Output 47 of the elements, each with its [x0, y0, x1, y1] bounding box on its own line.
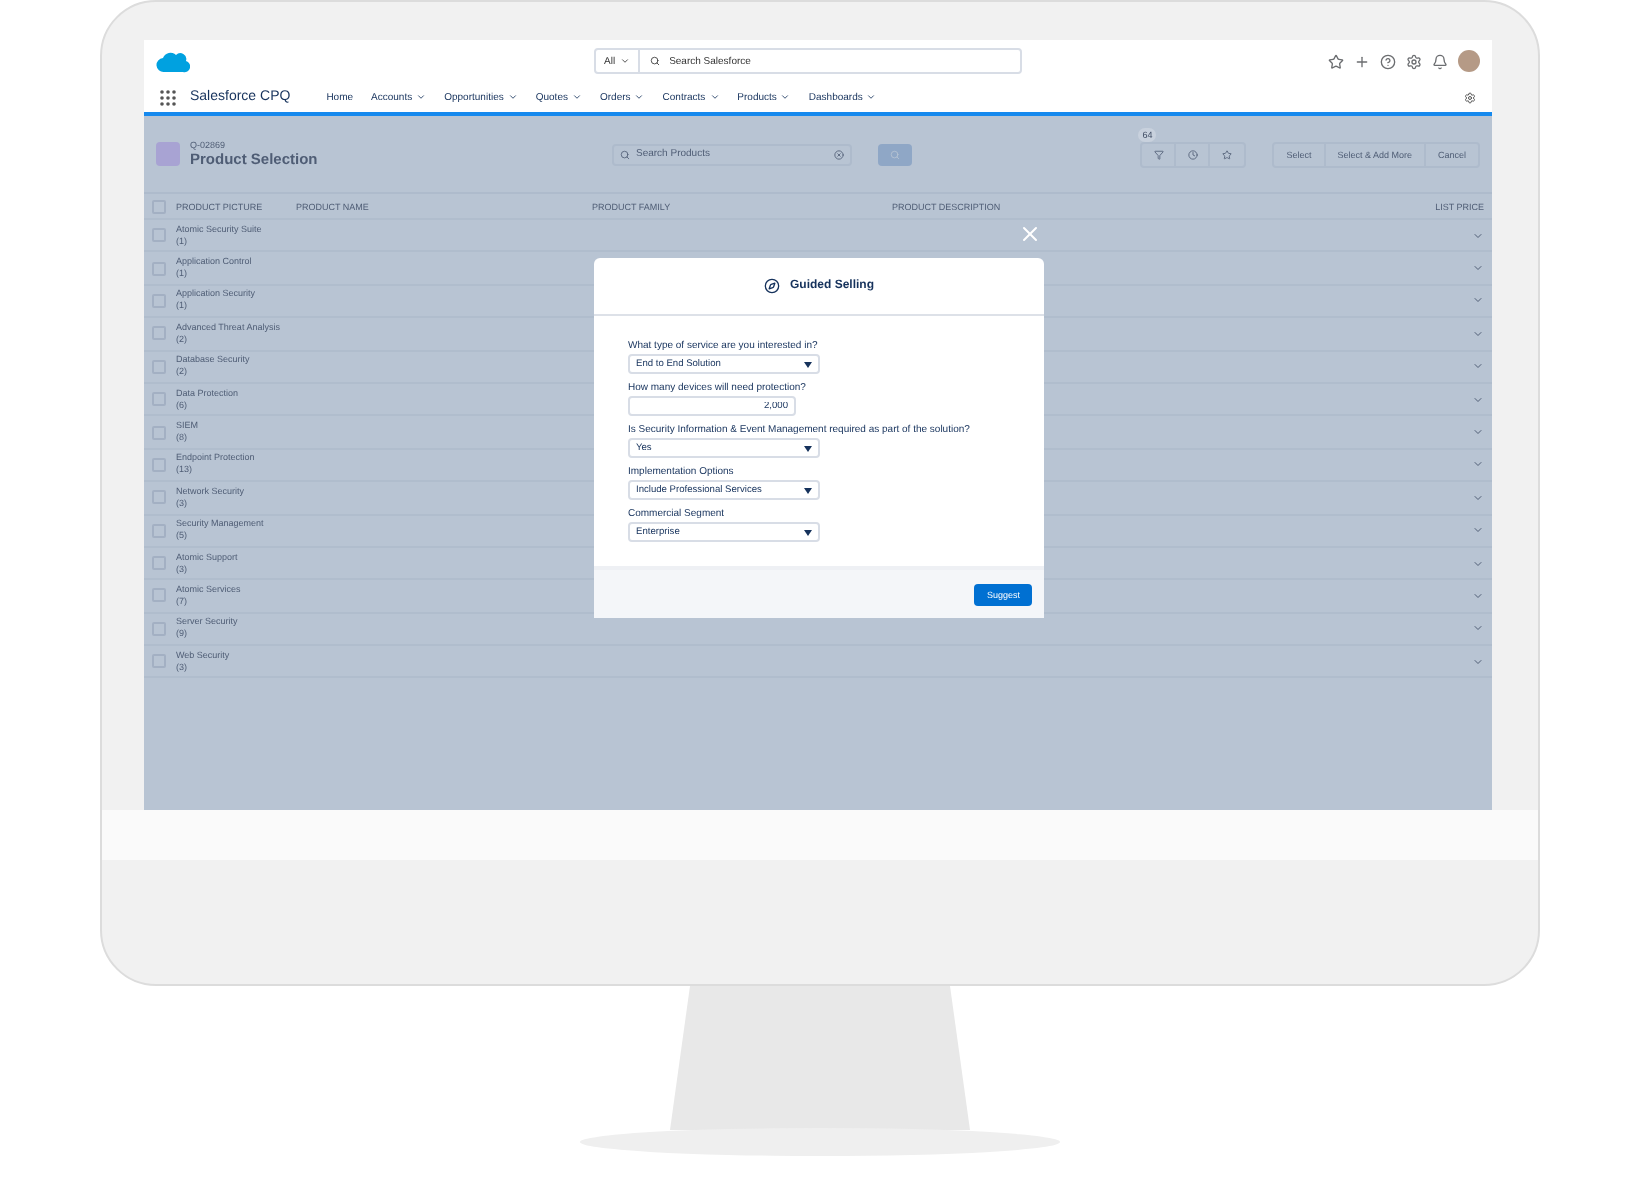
compass-icon	[763, 278, 780, 294]
chevron-down-icon	[634, 92, 645, 102]
chevron-down-icon[interactable]	[1472, 557, 1484, 570]
chevron-down-icon[interactable]	[1472, 262, 1484, 275]
chevron-down-icon[interactable]	[1472, 360, 1484, 373]
close-button[interactable]	[1018, 222, 1042, 246]
chevron-down-icon[interactable]	[1472, 426, 1484, 439]
chevron-down-icon[interactable]	[1472, 294, 1484, 307]
clear-icon[interactable]	[834, 149, 844, 159]
star-icon	[1222, 149, 1233, 159]
caret-icon	[804, 487, 812, 493]
chevron-down-icon	[507, 92, 518, 102]
search-button[interactable]	[878, 143, 912, 165]
chevron-down-icon[interactable]	[1472, 655, 1484, 668]
chevron-down-icon[interactable]	[1472, 524, 1484, 537]
chevron-down-icon[interactable]	[1472, 622, 1484, 635]
cloud-logo-icon	[156, 49, 190, 73]
chevron-down-icon	[416, 92, 427, 102]
settings-icon[interactable]	[1464, 91, 1476, 103]
favorites-star-icon[interactable]	[1328, 53, 1344, 69]
chevron-down-icon[interactable]	[1472, 491, 1484, 504]
chevron-down-icon[interactable]	[1472, 458, 1484, 471]
chevron-down-icon[interactable]	[1472, 393, 1484, 406]
search-icon	[620, 149, 630, 159]
caret-icon	[804, 445, 812, 451]
caret-icon	[804, 361, 812, 367]
user-avatar[interactable]	[1458, 50, 1480, 72]
app-launcher-icon[interactable]	[160, 89, 176, 105]
notifications-bell-icon[interactable]	[1432, 53, 1448, 69]
caret-icon	[619, 56, 630, 66]
record-icon	[156, 142, 180, 166]
search-icon	[649, 56, 660, 66]
help-icon[interactable]	[1380, 53, 1396, 69]
search-icon	[890, 149, 900, 159]
clock-icon	[1187, 149, 1198, 159]
chevron-down-icon	[571, 92, 582, 102]
chevron-down-icon[interactable]	[1472, 327, 1484, 340]
caret-icon	[804, 529, 812, 535]
settings-icon[interactable]	[1406, 53, 1422, 69]
chevron-down-icon	[780, 92, 791, 102]
close-icon	[1018, 222, 1042, 246]
add-icon[interactable]	[1354, 53, 1370, 69]
chevron-down-icon	[709, 92, 720, 102]
chevron-down-icon	[866, 92, 877, 102]
filter-icon	[1153, 149, 1164, 159]
chevron-down-icon[interactable]	[1472, 229, 1484, 242]
chevron-down-icon[interactable]	[1472, 589, 1484, 602]
